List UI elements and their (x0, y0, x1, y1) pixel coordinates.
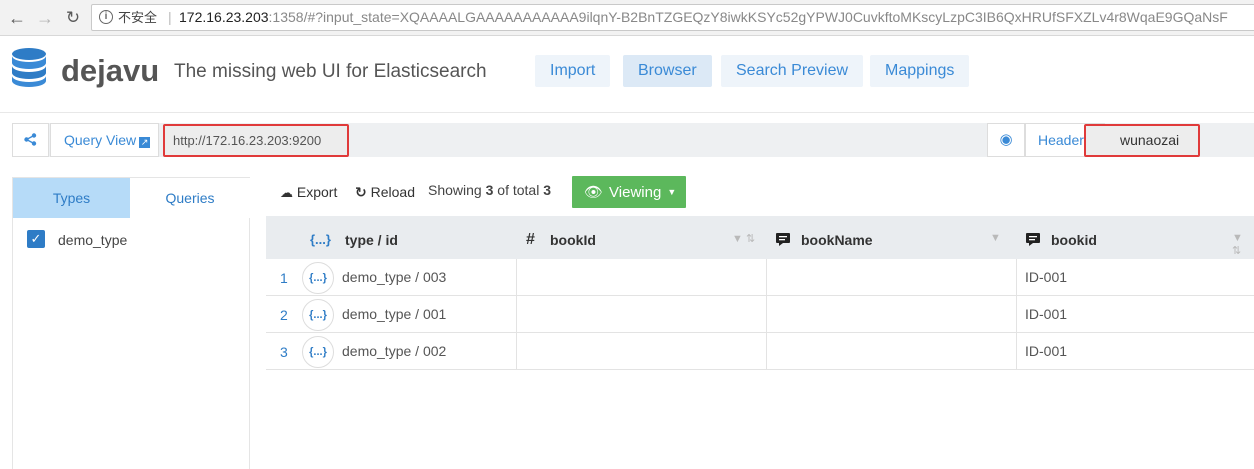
type-label: demo_type (58, 232, 128, 248)
cell-divider (1016, 259, 1017, 296)
share-button[interactable] (12, 123, 49, 157)
cell-divider (516, 259, 517, 296)
eye-icon[interactable]: ◉ (987, 123, 1025, 157)
cell-divider (766, 333, 767, 370)
insecure-label: 不安全 (118, 10, 158, 25)
hash-icon: # (526, 231, 535, 248)
back-arrow-icon[interactable]: ← (6, 7, 28, 29)
app-header: dejavu The missing web UI for Elasticsea… (0, 37, 1254, 113)
cell-bookid-text: ID-001 (1025, 343, 1068, 359)
cell-bookid-text: ID-001 (1025, 306, 1068, 322)
table-row[interactable]: 1 {...} demo_type / 003 ID-001 (266, 259, 1254, 296)
export-button[interactable]: ☁ Export (274, 178, 344, 206)
documents-table: {...} type / id # bookId ▼ ⇅ bookName ▼ … (266, 216, 1254, 370)
cloud-download-icon: ☁ (280, 185, 293, 200)
tab-mappings[interactable]: Mappings (870, 55, 970, 87)
filter-icon[interactable]: ▼ (990, 232, 1001, 244)
reload-button[interactable]: ↻ Reload (349, 178, 421, 206)
viewing-label: Viewing (609, 184, 662, 201)
reload-label: Reload (370, 184, 415, 200)
tab-queries[interactable]: Queries (130, 178, 250, 218)
viewing-dropdown[interactable]: 👁 Viewing ▼ (572, 176, 686, 208)
cell-bookid-text: ID-001 (1025, 269, 1068, 285)
tagline: The missing web UI for Elasticsearch (174, 61, 487, 82)
types-sidebar: Types Queries ✓ demo_type (12, 177, 250, 469)
row-number: 3 (280, 344, 288, 360)
type-checkbox[interactable]: ✓ (27, 230, 45, 248)
cell-divider (516, 296, 517, 333)
json-view-button[interactable]: {...} (302, 299, 334, 331)
address-bar[interactable]: i 不安全 | 172.16.23.203:1358/#?input_state… (91, 4, 1254, 31)
connection-bar: Query View ↗ http://172.16.23.203:9200 ◉ … (12, 123, 1254, 157)
export-label: Export (296, 184, 338, 200)
database-logo-icon (12, 48, 46, 87)
brand-name: dejavu (61, 53, 160, 88)
refresh-icon: ↻ (355, 184, 367, 200)
cell-divider (1016, 333, 1017, 370)
row-number: 1 (280, 270, 288, 286)
url-path: :1358/#?input_state=XQAAAALGAAAAAAAAAAA9… (268, 9, 1228, 25)
url-separator: | (168, 9, 172, 25)
cluster-url-input[interactable]: http://172.16.23.203:9200 (163, 124, 349, 157)
column-header-bookid-number[interactable]: bookId (550, 216, 596, 259)
cell-divider (766, 259, 767, 296)
column-header-type-id[interactable]: type / id (345, 216, 398, 259)
browser-toolbar: ← → ↻ i 不安全 | 172.16.23.203:1358/#?input… (0, 0, 1254, 36)
query-view-label: Query View (64, 132, 137, 148)
cell-type-id: demo_type / 001 (342, 306, 447, 322)
cell-divider (1016, 296, 1017, 333)
column-header-bookname[interactable]: bookName (801, 216, 873, 259)
tab-search-preview[interactable]: Search Preview (721, 55, 864, 87)
row-number: 2 (280, 307, 288, 323)
external-link-icon: ↗ (139, 137, 151, 148)
showing-total: 3 (543, 182, 551, 198)
table-row[interactable]: 2 {...} demo_type / 001 ID-001 (266, 296, 1254, 333)
json-view-button[interactable]: {...} (302, 336, 334, 368)
column-header-bookid-text[interactable]: bookid (1051, 216, 1097, 259)
showing-mid: of total (493, 182, 544, 198)
table-row[interactable]: 3 {...} demo_type / 002 ID-001 (266, 333, 1254, 370)
table-header: {...} type / id # bookId ▼ ⇅ bookName ▼ … (266, 216, 1254, 259)
showing-prefix: Showing (428, 182, 486, 198)
json-braces-icon: {...} (310, 232, 331, 247)
eye-icon: 👁 (584, 184, 604, 201)
tab-types[interactable]: Types (13, 178, 130, 218)
reload-icon[interactable]: ↻ (62, 7, 84, 29)
forward-arrow-icon[interactable]: → (34, 7, 56, 29)
tab-import[interactable]: Import (535, 55, 611, 87)
cell-type-id: demo_type / 003 (342, 269, 447, 285)
cell-type-id: demo_type / 002 (342, 343, 447, 359)
filter-icon[interactable]: ▼ ⇅ (732, 232, 755, 245)
info-icon[interactable]: i (99, 10, 113, 24)
result-count: Showing 3 of total 3 (428, 182, 551, 198)
filter-icon[interactable]: ▼ ⇅ (1232, 232, 1254, 257)
json-view-button[interactable]: {...} (302, 262, 334, 294)
url-host: 172.16.23.203 (179, 9, 269, 25)
cell-divider (766, 296, 767, 333)
caret-down-icon: ▼ (667, 187, 677, 197)
tab-browser[interactable]: Browser (623, 55, 712, 87)
index-name-input[interactable]: wunaozai (1084, 124, 1200, 157)
share-icon (24, 133, 37, 146)
cell-divider (516, 333, 517, 370)
query-view-button[interactable]: Query View ↗ (50, 123, 159, 157)
comment-icon (1026, 233, 1040, 246)
comment-icon (776, 233, 790, 246)
url-text: 172.16.23.203:1358/#?input_state=XQAAAAL… (179, 5, 1228, 30)
